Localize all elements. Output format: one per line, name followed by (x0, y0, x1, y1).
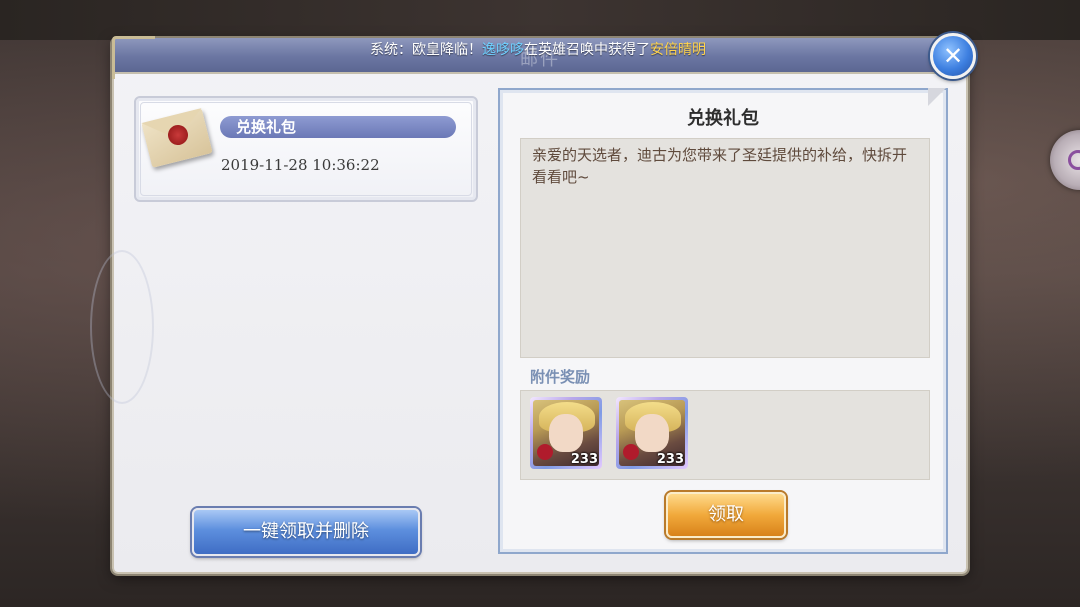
reward-item[interactable]: 233 (616, 397, 688, 469)
close-icon: ✕ (942, 42, 964, 70)
reward-item[interactable]: 233 (530, 397, 602, 469)
reward-count: 233 (570, 452, 598, 467)
portrait-rose (537, 444, 553, 460)
mail-detail-title: 兑换礼包 (687, 108, 759, 129)
ornament-left (90, 250, 154, 404)
announcement-player: 逸哆哆 (482, 42, 524, 58)
system-announcement: 系统：欧皇降临！逸哆哆在英雄召唤中获得了安倍晴明 (114, 39, 962, 61)
mail-item-title: 兑换礼包 (236, 118, 297, 136)
mail-message-text: 亲爱的天选者，迪古为您带来了圣廷提供的补给，快拆开看看吧~ (532, 146, 908, 186)
claim-button[interactable]: 领取 (666, 492, 786, 538)
portrait-face (635, 414, 669, 452)
portrait-face (549, 414, 583, 452)
portrait-rose (623, 444, 639, 460)
mail-item-date: 2019-11-28 10:36:22 (221, 156, 380, 174)
announcement-middle: 在英雄召唤中获得了 (524, 42, 650, 58)
attachments-label: 附件奖励 (530, 368, 591, 386)
reward-count: 233 (656, 452, 684, 467)
close-button[interactable]: ✕ (930, 33, 976, 79)
announcement-hero: 安倍晴明 (650, 42, 706, 58)
batch-claim-delete-button[interactable]: 一键领取并删除 (192, 508, 420, 556)
background-top-strip (0, 0, 1080, 40)
announcement-prefix: 系统：欧皇降临！ (370, 42, 482, 58)
